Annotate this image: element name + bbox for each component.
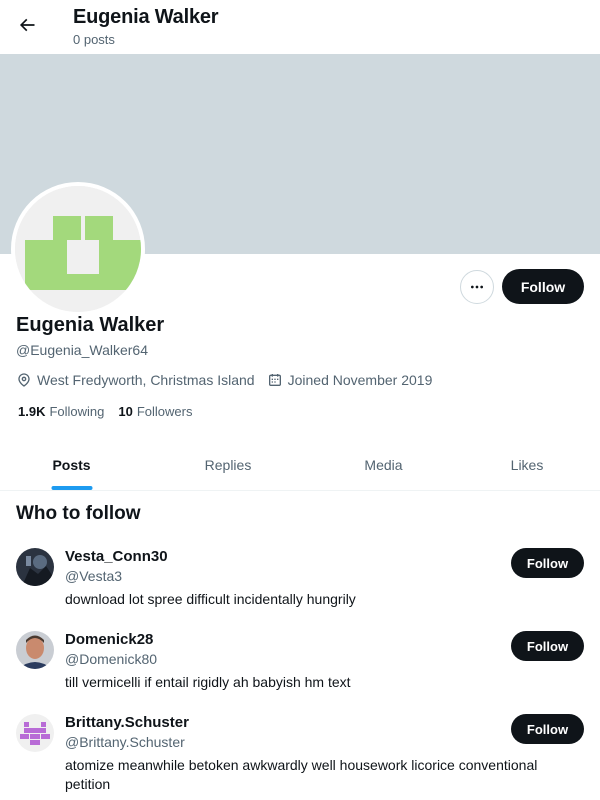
active-tab-indicator	[51, 486, 92, 490]
follow-user-button[interactable]: Follow	[511, 714, 584, 744]
user-handle: @Domenick80	[65, 651, 158, 667]
more-horizontal-icon	[471, 285, 483, 289]
following-link[interactable]: 1.9K Following	[18, 404, 104, 419]
profile-meta: West Fredyworth, Christmas Island Joined…	[16, 370, 444, 390]
profile-handle: @Eugenia_Walker64	[16, 342, 148, 358]
tab-replies[interactable]: Replies	[143, 440, 313, 490]
tab-label: Posts	[52, 457, 91, 473]
profile-tabs: Posts Replies Media Likes	[0, 440, 600, 491]
following-label: Following	[49, 404, 105, 419]
followers-link[interactable]: 10 Followers	[118, 404, 192, 419]
location-pin-icon	[18, 373, 30, 387]
profile-avatar[interactable]	[11, 182, 145, 316]
user-avatar	[16, 714, 54, 752]
follow-user-button[interactable]: Follow	[511, 548, 584, 578]
who-to-follow-title: Who to follow	[16, 503, 141, 524]
header-posts-count: 0 posts	[73, 32, 115, 47]
follow-stats: 1.9K Following 10 Followers	[18, 404, 206, 419]
tab-label: Media	[364, 457, 403, 473]
followers-count: 10	[118, 404, 133, 419]
user-name[interactable]: Vesta_Conn30	[65, 548, 168, 565]
user-bio: download lot spree difficult incidentall…	[65, 591, 356, 607]
location-item: West Fredyworth, Christmas Island	[16, 372, 255, 388]
user-name[interactable]: Brittany.Schuster	[65, 714, 189, 731]
followers-label: Followers	[136, 404, 193, 419]
user-avatar	[16, 548, 54, 586]
user-name[interactable]: Domenick28	[65, 631, 153, 648]
tab-posts[interactable]: Posts	[0, 440, 143, 490]
identicon-avatar	[15, 186, 141, 312]
follow-button[interactable]: Follow	[502, 269, 584, 304]
tab-label: Likes	[510, 457, 544, 473]
user-bio: atomize meanwhile betoken awkwardly well…	[65, 757, 538, 792]
location-text: West Fredyworth, Christmas Island	[37, 372, 255, 388]
user-bio: till vermicelli if entail rigidly ah bab…	[65, 674, 351, 690]
user-avatar	[16, 631, 54, 669]
follow-user-button[interactable]: Follow	[511, 631, 584, 661]
profile-name: Eugenia Walker	[16, 314, 165, 336]
joined-item: Joined November 2019	[267, 372, 433, 388]
tab-likes[interactable]: Likes	[454, 440, 600, 490]
user-handle: @Brittany.Schuster	[65, 734, 185, 750]
joined-text: Joined November 2019	[287, 372, 433, 388]
header-title: Eugenia Walker	[73, 6, 219, 28]
following-count: 1.9K	[18, 404, 46, 419]
back-button[interactable]	[10, 8, 44, 42]
top-bar: Eugenia Walker 0 posts	[0, 0, 600, 54]
tab-media[interactable]: Media	[313, 440, 454, 490]
arrow-left-icon	[19, 18, 35, 32]
calendar-icon	[268, 374, 281, 386]
more-options-button[interactable]	[460, 270, 494, 304]
user-handle: @Vesta3	[65, 568, 123, 584]
tab-label: Replies	[204, 457, 252, 473]
